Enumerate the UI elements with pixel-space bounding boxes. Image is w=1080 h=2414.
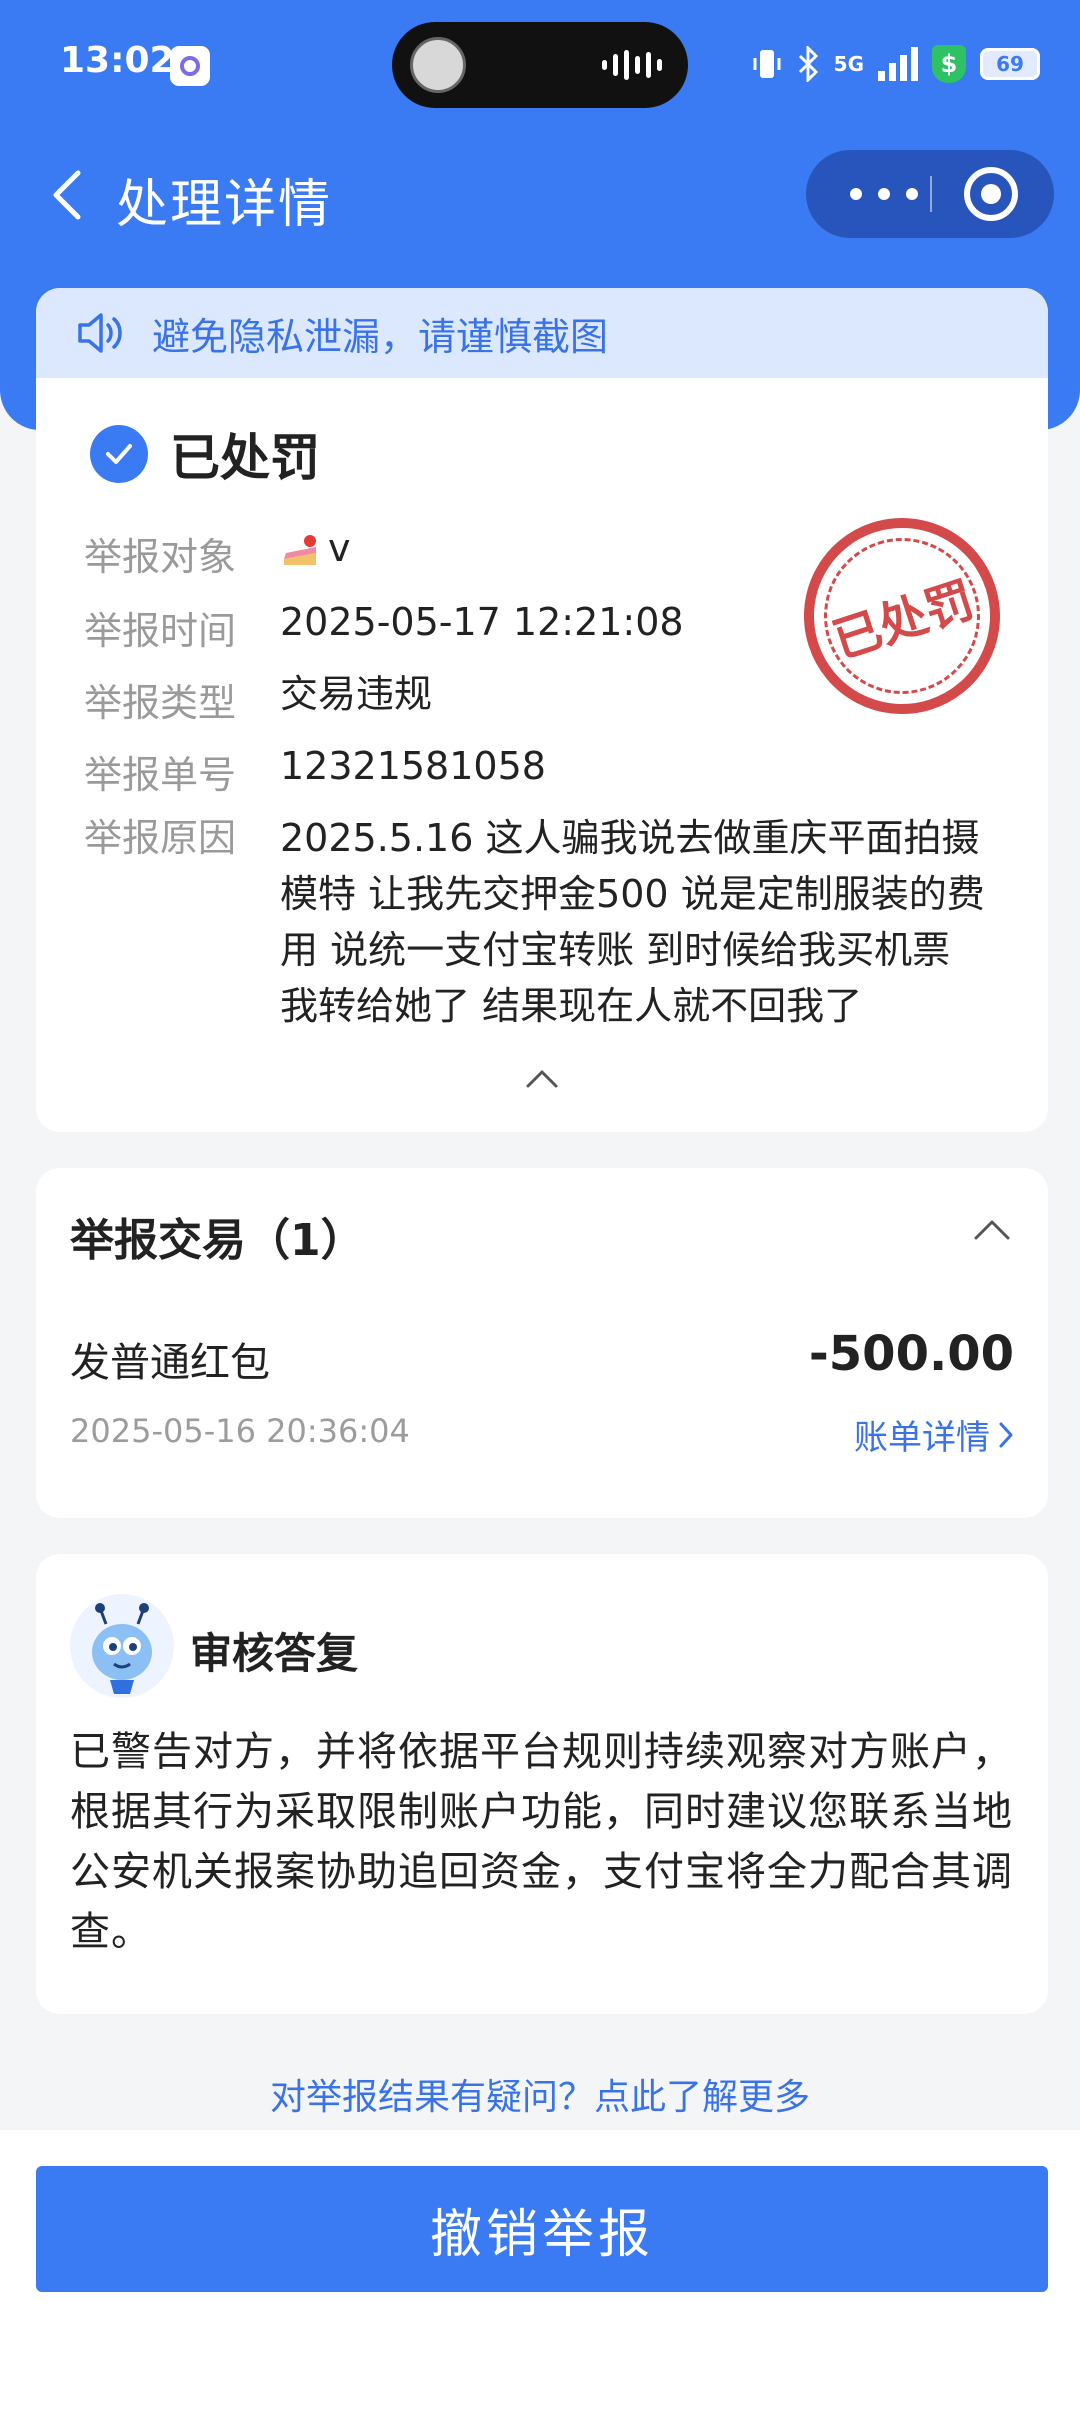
battery-level: 69: [996, 52, 1024, 76]
time-label: 举报时间: [84, 609, 237, 653]
nav-bar: 处理详情: [0, 140, 1080, 250]
chevron-right-icon: [999, 1422, 1013, 1447]
cake-icon: [284, 534, 316, 565]
target-name: v: [328, 526, 351, 570]
bill-detail-link[interactable]: 账单详情: [854, 1410, 1014, 1459]
more-icon[interactable]: [836, 150, 932, 238]
report-status: 已处罚: [90, 418, 320, 490]
status-title: 已处罚: [170, 429, 320, 487]
report-detail-card: 避免隐私泄漏，请谨慎截图 已处罚 举报对象 v 举报时间 2025-05-17 …: [36, 288, 1048, 1132]
close-mini-program-icon[interactable]: [964, 167, 1018, 221]
detail-number: 举报单号 12321581058: [84, 744, 1000, 799]
review-text: 已警告对方，并将依据平台规则持续观察对方账户，根据其行为采取限制账户功能，同时建…: [70, 1729, 1013, 1955]
media-thumbnail: [410, 37, 466, 93]
privacy-notice: 避免隐私泄漏，请谨慎截图: [36, 288, 1048, 378]
collapse-caret-icon[interactable]: [524, 1068, 560, 1090]
bluetooth-icon: [798, 46, 818, 82]
speaker-icon: [78, 313, 122, 353]
reason-label: 举报原因: [84, 816, 237, 860]
transaction-time: 2025-05-16 20:36:04: [70, 1412, 410, 1450]
check-icon: [90, 425, 148, 483]
caret-up-icon[interactable]: [972, 1218, 1012, 1242]
page-title: 处理详情: [116, 175, 333, 235]
status-bar: 13:02 5G $ 69: [0, 0, 1080, 130]
transaction-amount: -500.00: [808, 1326, 1014, 1382]
number-value: 12321581058: [280, 744, 546, 788]
review-title: 审核答复: [190, 1629, 359, 1678]
bill-detail-label: 账单详情: [854, 1418, 990, 1458]
review-reply-card: 审核答复 已警告对方，并将依据平台规则持续观察对方账户，根据其行为采取限制账户功…: [36, 1554, 1048, 2014]
transaction-name: 发普通红包: [70, 1340, 270, 1386]
battery-icon: 69: [980, 48, 1040, 80]
type-label: 举报类型: [84, 681, 237, 725]
network-type: 5G: [833, 52, 864, 76]
number-label: 举报单号: [84, 753, 237, 797]
security-shield-icon: $: [932, 45, 966, 83]
vibrate-icon: [753, 50, 781, 78]
help-link[interactable]: 对举报结果有疑问？点此了解更多: [0, 2068, 1080, 2120]
transactions-title: 举报交易（1）: [70, 1215, 365, 1266]
bottom-action-area: 撤销举报: [0, 2130, 1080, 2414]
capsule-divider: [930, 176, 932, 212]
reason-value: 2025.5.16 这人骗我说去做重庆平面拍摄模特 让我先交押金500 说是定制…: [280, 816, 985, 1028]
detail-reason: 举报原因 2025.5.16 这人骗我说去做重庆平面拍摄模特 让我先交押金500…: [84, 810, 1000, 1034]
signal-icon: [878, 47, 918, 81]
ant-mascot-avatar: [70, 1594, 174, 1698]
reported-transactions-card: 举报交易（1） 发普通红包 -500.00 2025-05-16 20:36:0…: [36, 1168, 1048, 1518]
privacy-notice-text: 避免隐私泄漏，请谨慎截图: [152, 314, 609, 359]
status-indicators: 5G $ 69: [752, 40, 1040, 88]
app-notification-icon: [170, 46, 210, 86]
audio-wave-icon: [602, 50, 662, 80]
mini-program-capsule: [806, 150, 1054, 238]
dynamic-island[interactable]: [392, 22, 688, 108]
back-icon[interactable]: [40, 165, 100, 225]
cancel-report-button[interactable]: 撤销举报: [36, 2166, 1048, 2292]
target-label: 举报对象: [84, 535, 237, 579]
status-time: 13:02: [60, 40, 175, 81]
